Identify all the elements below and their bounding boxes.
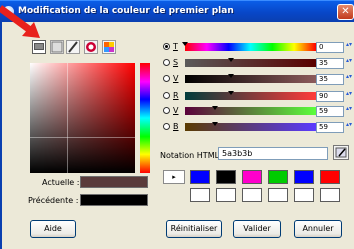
history-color-swatch[interactable] bbox=[294, 170, 314, 184]
history-color-swatch[interactable] bbox=[294, 188, 314, 202]
close-button[interactable]: ✕ bbox=[337, 4, 354, 20]
spin-arrows-icon[interactable]: ▴▾ bbox=[346, 74, 352, 85]
previous-label: Précédente : bbox=[28, 196, 79, 205]
ok-button[interactable]: Valider bbox=[233, 220, 281, 238]
channel-slider[interactable] bbox=[185, 58, 316, 67]
brush-icon[interactable] bbox=[66, 40, 80, 54]
eyedropper-button[interactable] bbox=[333, 145, 349, 160]
channel-value-input[interactable]: 59 bbox=[316, 122, 344, 133]
channel-row: V bbox=[163, 74, 318, 85]
history-color-swatch[interactable] bbox=[268, 188, 288, 202]
previous-color-swatch[interactable] bbox=[80, 194, 148, 206]
html-notation-label: Notation HTML : bbox=[160, 151, 225, 160]
history-color-swatch[interactable] bbox=[242, 188, 262, 202]
channel-value-input[interactable]: 59 bbox=[316, 106, 344, 117]
channel-slider[interactable] bbox=[185, 91, 316, 100]
slider-marker[interactable] bbox=[227, 58, 234, 62]
channel-slider[interactable] bbox=[185, 122, 316, 131]
current-color-swatch bbox=[80, 176, 148, 188]
spin-arrows-icon[interactable]: ▴▾ bbox=[346, 58, 352, 69]
channel-slider[interactable] bbox=[185, 106, 316, 115]
channel-slider[interactable] bbox=[182, 42, 316, 51]
html-notation-input[interactable]: 5a3b3b bbox=[218, 147, 328, 160]
slider-marker[interactable] bbox=[212, 122, 219, 126]
history-color-swatch[interactable] bbox=[216, 170, 236, 184]
channel-row: R bbox=[163, 91, 318, 102]
channel-row: B bbox=[163, 122, 318, 133]
spin-arrows-icon[interactable]: ▴▾ bbox=[346, 91, 352, 102]
channel-label: S bbox=[173, 58, 179, 67]
channel-label: T bbox=[173, 42, 178, 51]
hue-strip[interactable] bbox=[140, 63, 150, 173]
channel-value-input[interactable]: 35 bbox=[316, 74, 344, 85]
reset-button[interactable]: Réinitialiser bbox=[166, 220, 222, 238]
channel-radio[interactable] bbox=[163, 59, 170, 66]
palette-icon[interactable] bbox=[102, 40, 116, 54]
channel-label: B bbox=[173, 122, 179, 131]
channel-label: R bbox=[173, 91, 179, 100]
channel-radio[interactable] bbox=[163, 43, 170, 50]
channel-slider[interactable] bbox=[185, 74, 316, 83]
channel-value-input[interactable]: 90 bbox=[316, 91, 344, 102]
history-color-swatch[interactable] bbox=[268, 170, 288, 184]
spin-arrows-icon[interactable]: ▴▾ bbox=[346, 42, 352, 53]
history-color-swatch[interactable] bbox=[190, 188, 210, 202]
slider-marker[interactable] bbox=[212, 106, 219, 110]
channel-label: V bbox=[173, 74, 179, 83]
history-color-swatch[interactable] bbox=[216, 188, 236, 202]
current-label: Actuelle : bbox=[42, 178, 80, 187]
slider-marker[interactable] bbox=[227, 74, 234, 78]
annotation-arrow-icon bbox=[0, 5, 40, 38]
cancel-button[interactable]: Annuler bbox=[294, 220, 342, 238]
crosshair-vertical bbox=[67, 63, 68, 173]
slider-marker[interactable] bbox=[227, 91, 234, 95]
color-wheel-icon[interactable] bbox=[84, 40, 98, 54]
channel-radio[interactable] bbox=[163, 123, 170, 130]
history-color-swatch[interactable] bbox=[242, 170, 262, 184]
channel-value-input[interactable]: 35 bbox=[316, 58, 344, 69]
help-button[interactable]: Aide bbox=[30, 220, 76, 238]
spin-arrows-icon[interactable]: ▴▾ bbox=[346, 106, 352, 117]
channel-radio[interactable] bbox=[163, 92, 170, 99]
channel-value-input[interactable]: 0 bbox=[316, 42, 344, 53]
channel-label: V bbox=[173, 106, 179, 115]
channel-radio[interactable] bbox=[163, 107, 170, 114]
slider-marker[interactable] bbox=[182, 42, 188, 46]
channel-row: S bbox=[163, 58, 318, 69]
saturation-value-area[interactable] bbox=[30, 63, 135, 173]
channel-row: V bbox=[163, 106, 318, 117]
spin-arrows-icon[interactable]: ▴▾ bbox=[346, 122, 352, 133]
crosshair-horizontal bbox=[30, 137, 135, 138]
history-arrow-button[interactable]: ▸ bbox=[163, 170, 185, 184]
channel-radio[interactable] bbox=[163, 75, 170, 82]
history-color-swatch[interactable] bbox=[190, 170, 210, 184]
history-color-swatch[interactable] bbox=[320, 170, 340, 184]
history-color-swatch[interactable] bbox=[320, 188, 340, 202]
channel-row: T bbox=[163, 42, 318, 53]
